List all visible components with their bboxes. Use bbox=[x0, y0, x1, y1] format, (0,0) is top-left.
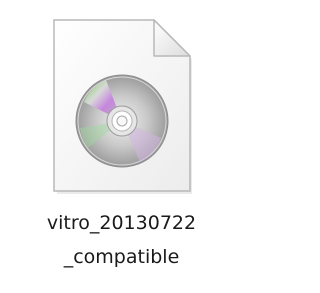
page-fold bbox=[153, 19, 191, 57]
file-name-label[interactable]: vitro_20130722 _compatible bbox=[0, 206, 243, 274]
file-name-line-2: _compatible bbox=[63, 246, 180, 268]
file-item[interactable]: vitro_20130722 _compatible bbox=[0, 0, 243, 293]
file-name-line-1: vitro_20130722 bbox=[46, 212, 197, 234]
disc-image-file-icon bbox=[44, 18, 200, 198]
disc-graphic bbox=[75, 74, 169, 168]
desktop: vitro_20130722 _compatible bbox=[0, 0, 243, 293]
